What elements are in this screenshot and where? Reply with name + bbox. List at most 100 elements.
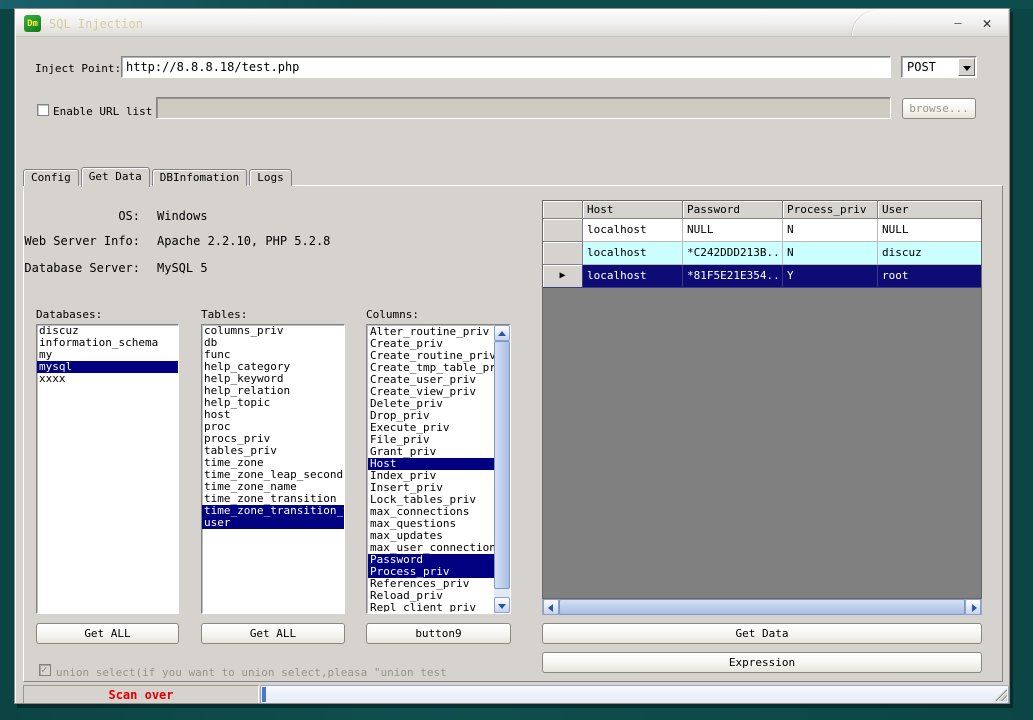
tab-bar: Config Get Data DBInfomation Logs <box>23 167 294 187</box>
grid-cell[interactable]: discuz <box>878 242 981 265</box>
list-item[interactable]: help_topic <box>202 397 344 409</box>
list-item[interactable]: File_priv <box>368 434 494 446</box>
databases-list[interactable]: discuz information_schema my mysql xxxx <box>36 324 179 614</box>
list-item[interactable]: Create_tmp_table_priv <box>368 362 494 374</box>
list-item[interactable]: Process_priv <box>368 566 494 578</box>
table-row[interactable]: localhost *C242DDD213B... Ndiscuz <box>543 242 981 265</box>
browse-button[interactable]: browse... <box>902 98 976 119</box>
tab-get-data[interactable]: Get Data <box>80 167 150 187</box>
grid-cell[interactable]: root <box>878 265 981 288</box>
list-item[interactable]: db <box>202 337 344 349</box>
columns-scrollbar[interactable] <box>494 325 510 613</box>
inject-url-input[interactable] <box>121 56 891 78</box>
get-all-tables-button[interactable]: Get ALL <box>201 623 345 644</box>
list-item[interactable]: References_priv <box>368 578 494 590</box>
titlebar[interactable]: Dm SQL Injection — ✕ <box>16 10 1008 37</box>
tab-config[interactable]: Config <box>23 169 79 186</box>
expression-button[interactable]: Expression <box>542 652 982 673</box>
list-item[interactable]: discuz <box>37 325 178 337</box>
list-item[interactable]: Grant_priv <box>368 446 494 458</box>
grid-column-header[interactable]: Process_priv <box>783 201 878 219</box>
list-item[interactable]: Delete_priv <box>368 398 494 410</box>
list-item[interactable]: help_keyword <box>202 373 344 385</box>
list-item[interactable]: max_user_connections <box>368 542 494 554</box>
list-item[interactable]: time_zone_transition <box>202 493 344 505</box>
list-item[interactable]: tables_priv <box>202 445 344 457</box>
scroll-right-button[interactable] <box>965 599 981 615</box>
grid-cell[interactable]: NULL <box>683 219 783 242</box>
list-item[interactable]: Lock_tables_priv <box>368 494 494 506</box>
list-item[interactable]: host <box>202 409 344 421</box>
enable-url-list-checkbox[interactable] <box>37 104 49 116</box>
grid-cell[interactable]: localhost <box>583 265 683 288</box>
list-item[interactable]: help_category <box>202 361 344 373</box>
list-item[interactable]: Reload_priv <box>368 590 494 602</box>
union-select-checkbox[interactable] <box>39 663 51 676</box>
dropdown-arrow-icon[interactable] <box>958 58 975 76</box>
button9[interactable]: button9 <box>366 623 511 644</box>
list-item[interactable]: xxxx <box>37 373 178 385</box>
list-item[interactable]: help_relation <box>202 385 344 397</box>
minimize-button[interactable]: — <box>948 16 968 32</box>
grid-column-header[interactable]: User <box>878 201 981 219</box>
list-item[interactable]: Password <box>368 554 494 566</box>
table-row[interactable]: localhost NULL N NULL <box>543 219 981 242</box>
list-item[interactable]: Create_priv <box>368 338 494 350</box>
list-item[interactable]: Host <box>368 458 494 470</box>
list-item[interactable]: max_questions <box>368 518 494 530</box>
get-all-databases-button[interactable]: Get ALL <box>36 623 179 644</box>
grid-cell[interactable]: Y <box>783 265 878 288</box>
list-item[interactable]: Insert_priv <box>368 482 494 494</box>
list-item[interactable]: max_connections <box>368 506 494 518</box>
list-item[interactable]: Alter_routine_priv <box>368 326 494 338</box>
method-dropdown[interactable]: POST <box>901 56 977 78</box>
tab-logs[interactable]: Logs <box>249 169 292 186</box>
columns-list[interactable]: Alter_routine_priv Create_priv Create_rout… <box>368 326 494 612</box>
tables-list[interactable]: columns_priv db func help_category help_keyw… <box>201 324 345 614</box>
list-item[interactable]: func <box>202 349 344 361</box>
grid-cell[interactable]: localhost <box>583 219 683 242</box>
list-item[interactable]: time_zone <box>202 457 344 469</box>
list-item[interactable]: information_schema <box>37 337 178 349</box>
list-item[interactable]: my <box>37 349 178 361</box>
table-row[interactable]: ▶ localhost *81F5E21E354... Yroot <box>543 265 981 288</box>
list-item[interactable]: proc <box>202 421 344 433</box>
grid-cell[interactable]: N <box>783 219 878 242</box>
hscrollbar-thumb[interactable] <box>559 599 965 615</box>
tab-dbinfomation[interactable]: DBInfomation <box>151 169 248 186</box>
list-item[interactable]: Drop_priv <box>368 410 494 422</box>
list-item[interactable]: time_zone_transition_ty <box>202 505 344 517</box>
grid-hscrollbar[interactable] <box>542 599 982 615</box>
close-button[interactable]: ✕ <box>976 14 998 33</box>
list-item[interactable]: Index_priv <box>368 470 494 482</box>
list-item[interactable]: Create_view_priv <box>368 386 494 398</box>
scroll-left-button[interactable] <box>543 599 559 615</box>
grid-cell[interactable]: *C242DDD213B... <box>683 242 783 265</box>
row-selector[interactable]: ▶ <box>543 265 583 288</box>
list-item[interactable]: columns_priv <box>202 325 344 337</box>
list-item[interactable]: Create_routine_priv <box>368 350 494 362</box>
grid-cell[interactable]: localhost <box>583 242 683 265</box>
row-selector[interactable] <box>543 242 583 265</box>
list-item[interactable]: mysql <box>37 361 178 373</box>
list-item[interactable]: Execute_priv <box>368 422 494 434</box>
grid-cell[interactable]: *81F5E21E354... <box>683 265 783 288</box>
grid-cell[interactable]: NULL <box>878 219 981 242</box>
grid-cell[interactable]: N <box>783 242 878 265</box>
get-data-button[interactable]: Get Data <box>542 623 982 644</box>
scrollbar-thumb[interactable] <box>494 341 510 589</box>
row-selector[interactable] <box>543 219 583 242</box>
list-item[interactable]: time_zone_name <box>202 481 344 493</box>
grid-column-header[interactable]: Password <box>683 201 783 219</box>
list-item[interactable]: user <box>202 517 344 529</box>
database-server-label: Database Server: <box>24 261 140 275</box>
list-item[interactable]: Repl_client_priv <box>368 602 494 612</box>
scroll-down-button[interactable] <box>494 597 510 613</box>
scroll-up-button[interactable] <box>494 325 510 341</box>
list-item[interactable]: Create_user_priv <box>368 374 494 386</box>
tables-label: Tables: <box>201 308 248 321</box>
list-item[interactable]: procs_priv <box>202 433 344 445</box>
grid-column-header[interactable]: Host <box>583 201 683 219</box>
list-item[interactable]: time_zone_leap_second <box>202 469 344 481</box>
list-item[interactable]: max_updates <box>368 530 494 542</box>
